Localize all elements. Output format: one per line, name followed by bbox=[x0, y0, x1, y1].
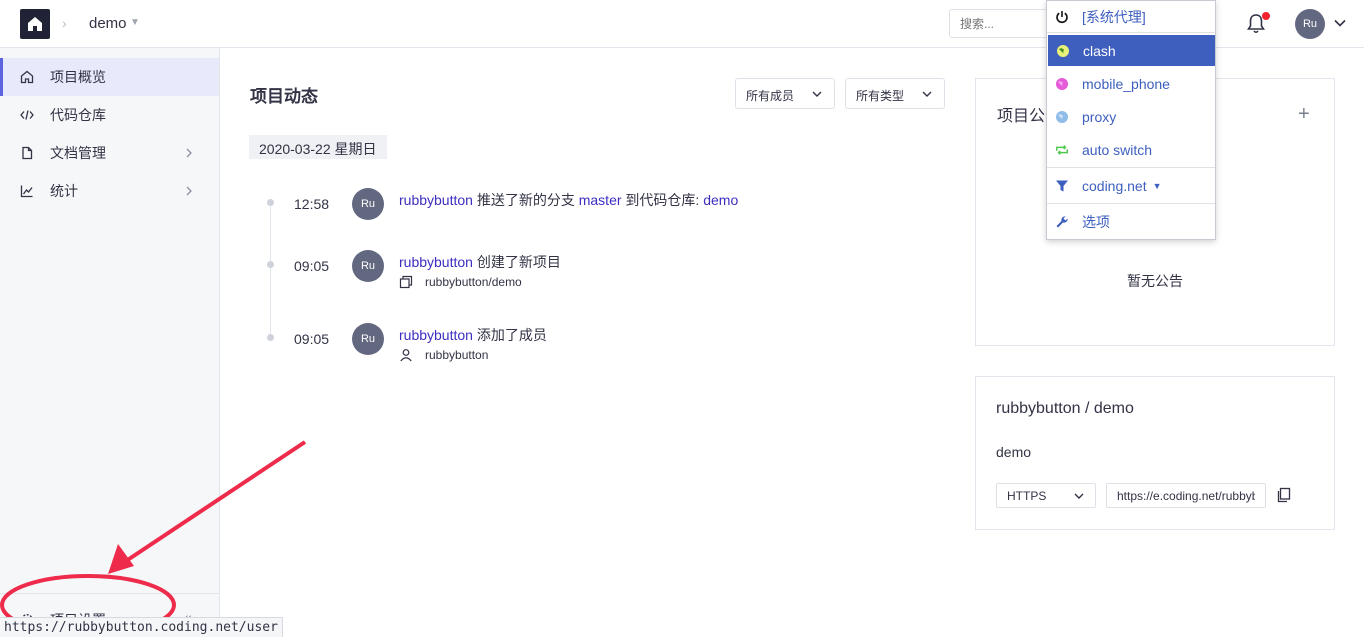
event-detail[interactable]: rubbybutton/demo bbox=[399, 275, 522, 289]
event-action: 添加了成员 bbox=[476, 327, 547, 343]
menu-item-label: proxy bbox=[1082, 108, 1117, 125]
caret-down-icon[interactable]: ▼ bbox=[130, 17, 140, 28]
sidebar: 项目概览 代码仓库 文档管理 统计 项目设置 « bbox=[0, 48, 220, 637]
type-filter-value: 所有类型 bbox=[856, 89, 905, 103]
menu-separator bbox=[1047, 203, 1215, 204]
menu-item-label: auto switch bbox=[1082, 141, 1153, 158]
event-action: 创建了新项目 bbox=[476, 254, 561, 270]
globe-icon bbox=[1055, 77, 1069, 91]
home-button[interactable] bbox=[20, 9, 50, 39]
notification-dot bbox=[1262, 12, 1270, 20]
event-avatar[interactable]: Ru bbox=[352, 188, 384, 220]
home-icon bbox=[28, 17, 42, 31]
menu-item-options[interactable]: 选项 bbox=[1047, 206, 1215, 237]
event-avatar[interactable]: Ru bbox=[352, 323, 384, 355]
home-icon bbox=[20, 70, 34, 84]
chevron-down-icon bbox=[922, 91, 932, 97]
sidebar-item-stats[interactable]: 统计 bbox=[0, 172, 219, 210]
filter-icon bbox=[1055, 179, 1069, 193]
chevron-right-icon bbox=[186, 186, 192, 196]
event-text: rubbybutton 推送了新的分支 master 到代码仓库: demo bbox=[399, 190, 738, 210]
chevron-down-icon[interactable] bbox=[1333, 16, 1347, 30]
sidebar-item-label: 文档管理 bbox=[50, 145, 106, 161]
page-title: 项目动态 bbox=[250, 87, 318, 106]
date-header: 2020-03-22 星期日 bbox=[249, 135, 387, 159]
event-text: rubbybutton 创建了新项目 bbox=[399, 252, 561, 272]
protocol-value: HTTPS bbox=[1007, 489, 1047, 503]
chevron-right-icon bbox=[186, 148, 192, 158]
power-icon bbox=[1055, 10, 1069, 24]
repo-link[interactable]: demo bbox=[703, 192, 738, 208]
menu-item-label: clash bbox=[1083, 42, 1116, 59]
timeline-line bbox=[270, 202, 271, 337]
user-link[interactable]: rubbybutton bbox=[399, 254, 473, 270]
timeline-dot bbox=[267, 334, 274, 341]
event-time: 09:05 bbox=[294, 258, 330, 274]
breadcrumb-separator-icon: › bbox=[62, 15, 67, 31]
event-detail-text: rubbybutton bbox=[425, 348, 489, 362]
caret-down-icon: ▼ bbox=[1152, 180, 1162, 191]
user-link[interactable]: rubbybutton bbox=[399, 327, 473, 343]
copy-project-icon bbox=[399, 275, 413, 289]
project-switcher[interactable]: demo bbox=[89, 15, 127, 32]
empty-announcement-text: 暂无公告 bbox=[1127, 273, 1183, 289]
clone-url-input[interactable] bbox=[1106, 483, 1266, 508]
menu-item-label: 选项 bbox=[1082, 213, 1110, 230]
sidebar-item-label: 代码仓库 bbox=[50, 107, 106, 123]
menu-separator bbox=[1047, 32, 1215, 33]
menu-item-clash[interactable]: clash bbox=[1048, 35, 1215, 66]
chevron-down-icon bbox=[1074, 493, 1084, 499]
menu-item-auto-switch[interactable]: auto switch bbox=[1047, 134, 1215, 165]
user-link[interactable]: rubbybutton bbox=[399, 192, 473, 208]
menu-separator bbox=[1047, 167, 1215, 168]
member-filter-select[interactable]: 所有成员 bbox=[735, 78, 835, 109]
event-avatar[interactable]: Ru bbox=[352, 250, 384, 282]
switch-icon bbox=[1055, 143, 1069, 157]
user-avatar[interactable]: Ru bbox=[1295, 9, 1325, 39]
protocol-select[interactable]: HTTPS bbox=[996, 483, 1096, 508]
sidebar-item-label: 统计 bbox=[50, 183, 78, 199]
event-time: 09:05 bbox=[294, 331, 330, 347]
sidebar-item-code[interactable]: 代码仓库 bbox=[0, 96, 219, 134]
menu-item-label: [系统代理] bbox=[1082, 8, 1146, 25]
menu-item-label: coding.net bbox=[1082, 177, 1147, 194]
member-filter-value: 所有成员 bbox=[746, 89, 795, 103]
event-detail[interactable]: rubbybutton bbox=[399, 348, 488, 362]
search-input[interactable] bbox=[949, 9, 1059, 38]
chart-icon bbox=[20, 184, 34, 198]
add-announcement-button[interactable]: + bbox=[1298, 103, 1310, 126]
timeline-dot bbox=[267, 261, 274, 268]
repo-description: demo bbox=[996, 444, 1032, 460]
copy-icon[interactable] bbox=[1277, 487, 1291, 503]
user-icon bbox=[400, 349, 412, 362]
globe-icon bbox=[1055, 110, 1069, 124]
globe-icon bbox=[1056, 44, 1070, 58]
wrench-icon bbox=[1055, 215, 1069, 229]
sidebar-item-overview[interactable]: 项目概览 bbox=[0, 58, 219, 96]
menu-item-proxy[interactable]: proxy bbox=[1047, 101, 1215, 132]
menu-item-mobile-phone[interactable]: mobile_phone bbox=[1047, 68, 1215, 99]
event-time: 12:58 bbox=[294, 196, 330, 212]
event-action-2: 到代码仓库: bbox=[625, 192, 700, 208]
event-text: rubbybutton 添加了成员 bbox=[399, 325, 547, 345]
timeline-dot bbox=[267, 199, 274, 206]
code-icon bbox=[20, 108, 34, 122]
status-bar-url: https://rubbybutton.coding.net/user bbox=[0, 617, 283, 637]
sidebar-item-label: 项目概览 bbox=[50, 69, 106, 85]
repo-title: rubbybutton / demo bbox=[996, 400, 1134, 417]
proxy-switcher-menu: [系统代理] clash mobile_phone proxy auto swi… bbox=[1046, 0, 1216, 240]
event-detail-text: rubbybutton/demo bbox=[425, 275, 522, 289]
branch-link[interactable]: master bbox=[579, 192, 622, 208]
menu-item-coding-net[interactable]: coding.net ▼ bbox=[1047, 170, 1215, 201]
menu-item-system-proxy[interactable]: [系统代理] bbox=[1047, 1, 1215, 32]
file-icon bbox=[20, 146, 34, 160]
chevron-down-icon bbox=[812, 91, 822, 97]
sidebar-item-docs[interactable]: 文档管理 bbox=[0, 134, 219, 172]
menu-item-label: mobile_phone bbox=[1082, 75, 1170, 92]
event-action: 推送了新的分支 bbox=[476, 192, 575, 208]
type-filter-select[interactable]: 所有类型 bbox=[845, 78, 945, 109]
